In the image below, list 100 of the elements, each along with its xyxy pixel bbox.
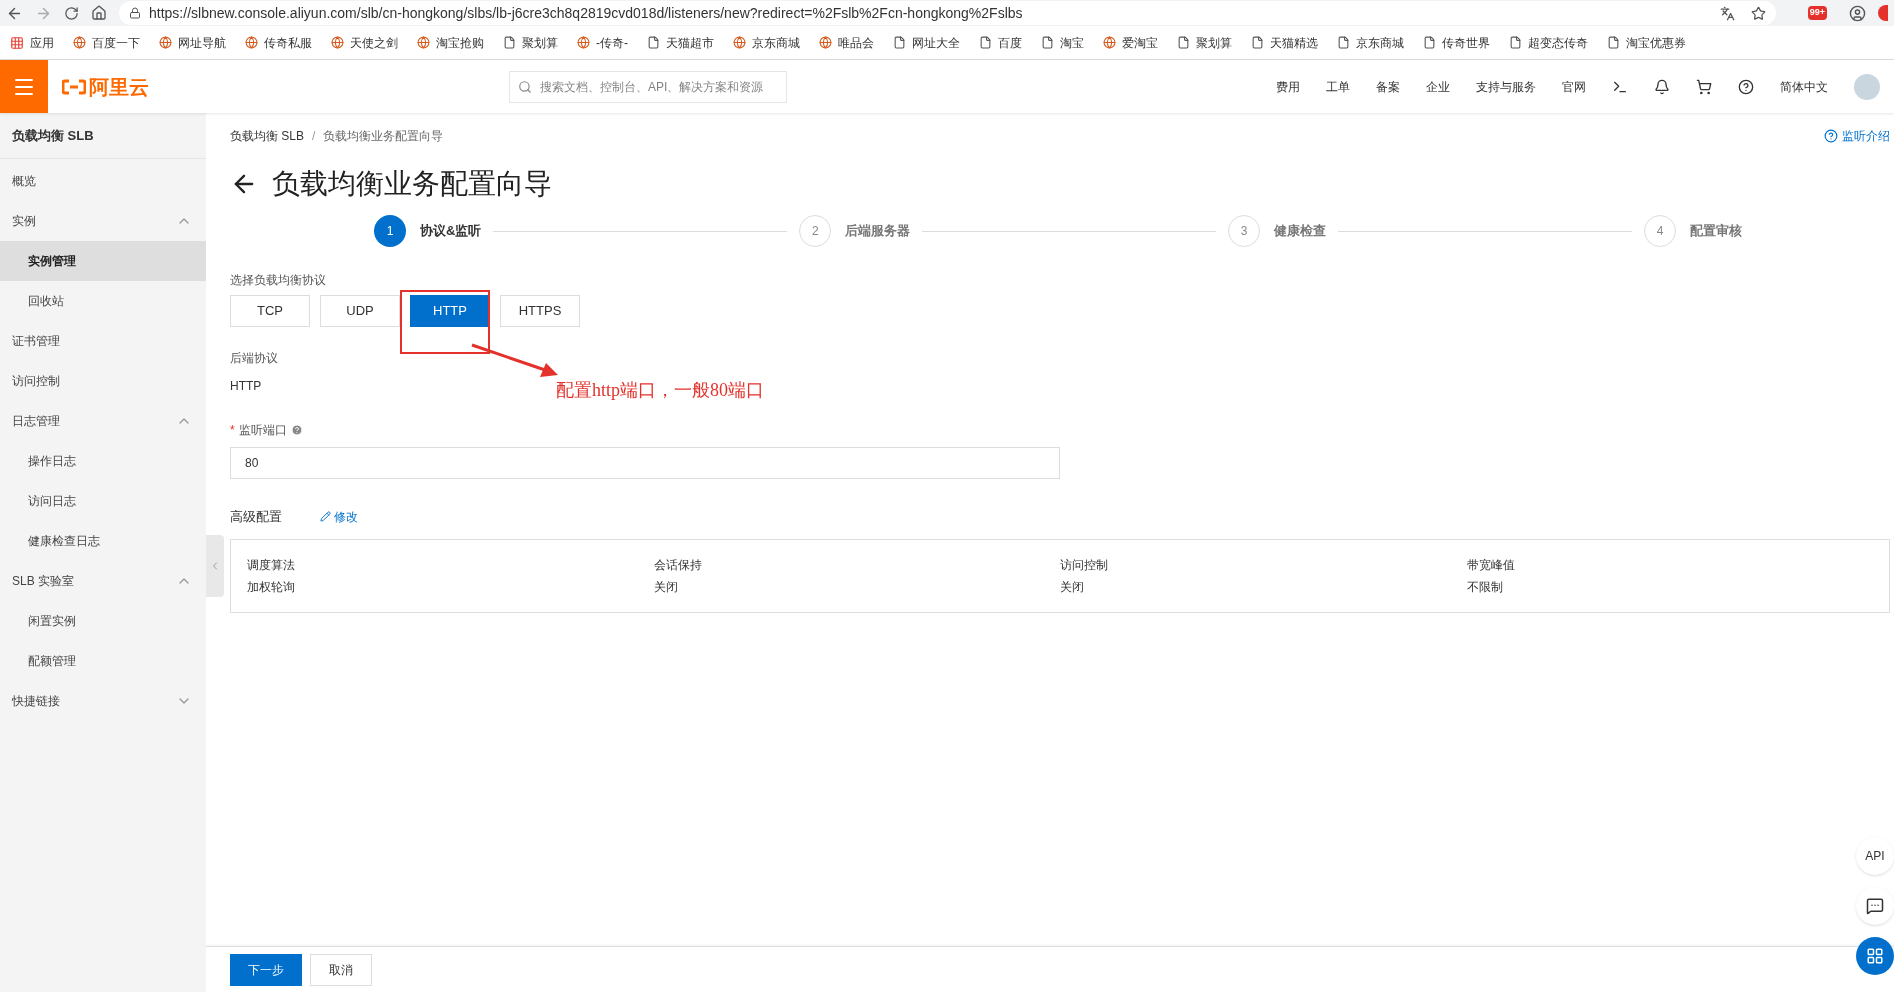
- protocol-option[interactable]: HTTP: [410, 295, 490, 327]
- bookmark[interactable]: 聚划算: [503, 33, 558, 52]
- bookmark[interactable]: 传奇世界: [1423, 33, 1490, 52]
- sidebar-item[interactable]: 闲置实例: [0, 601, 206, 641]
- feedback-button[interactable]: [1856, 887, 1894, 925]
- bookmark[interactable]: 百度: [979, 33, 1022, 52]
- nav-link[interactable]: 备案: [1376, 77, 1400, 96]
- extension-icon[interactable]: [1878, 5, 1888, 21]
- sidebar-title: 负载均衡 SLB: [0, 113, 206, 159]
- sidebar-item[interactable]: 操作日志: [0, 441, 206, 481]
- cancel-button[interactable]: 取消: [310, 953, 372, 986]
- section-title: 高级配置: [230, 508, 282, 526]
- notification-badge[interactable]: 99+: [1807, 6, 1827, 20]
- bookmark[interactable]: 天猫超市: [647, 33, 714, 52]
- edit-link[interactable]: 修改: [320, 507, 358, 526]
- bookmark[interactable]: -传奇-: [577, 33, 628, 52]
- sidebar-item[interactable]: 实例: [0, 201, 206, 241]
- bookmark[interactable]: 超变态传奇: [1509, 33, 1588, 52]
- bell-icon[interactable]: [1654, 78, 1670, 95]
- sidebar-item[interactable]: 概览: [0, 161, 206, 201]
- protocol-option[interactable]: HTTPS: [500, 295, 580, 327]
- site-icon: [819, 36, 832, 49]
- sidebar-item[interactable]: 证书管理: [0, 321, 206, 361]
- step-number: 1: [374, 215, 406, 247]
- pencil-icon: [320, 511, 331, 523]
- bookmark[interactable]: 淘宝: [1041, 33, 1084, 52]
- home-icon[interactable]: [91, 5, 107, 21]
- reload-icon[interactable]: [64, 5, 79, 21]
- bookmark[interactable]: 天猫精选: [1251, 33, 1318, 52]
- sidebar-item[interactable]: 快捷链接: [0, 681, 206, 721]
- protocol-option[interactable]: TCP: [230, 295, 310, 327]
- field-label: 后端协议: [230, 350, 279, 367]
- bookmark[interactable]: 京东商城: [733, 33, 800, 52]
- address-bar[interactable]: https://slbnew.console.aliyun.com/slb/cn-hongkong/slbs/lb-j6cre3ch8q2819cvd018d/listeners/new?redirect=%2Fslb%2Fcn-hongkong%2Fslbs: [119, 1, 1776, 25]
- next-button[interactable]: 下一步: [230, 953, 302, 986]
- bookmark[interactable]: 天使之剑: [331, 33, 398, 52]
- site-icon: [159, 36, 172, 49]
- page-icon: [1251, 36, 1264, 49]
- bookmark[interactable]: 爱淘宝: [1103, 33, 1158, 52]
- bookmark[interactable]: 传奇私服: [245, 33, 312, 52]
- protocol-option[interactable]: UDP: [320, 295, 400, 327]
- sidebar-item[interactable]: 配额管理: [0, 641, 206, 681]
- bookmark[interactable]: 百度一下: [73, 33, 140, 52]
- bookmark[interactable]: 聚划算: [1177, 33, 1232, 52]
- page-icon: [1337, 36, 1350, 49]
- sidebar-item[interactable]: 访问日志: [0, 481, 206, 521]
- sidebar-item[interactable]: 实例管理: [0, 241, 206, 281]
- field-label: 监听端口: [238, 422, 287, 439]
- page-icon: [1423, 36, 1436, 49]
- bookmark[interactable]: 淘宝优惠券: [1607, 33, 1686, 52]
- bookmark[interactable]: 淘宝抢购: [417, 33, 484, 52]
- search-icon: [518, 79, 532, 94]
- chat-icon: [1866, 897, 1884, 915]
- sidebar-item[interactable]: SLB 实验室: [0, 561, 206, 601]
- logo-icon: [62, 78, 86, 95]
- setting-value: 加权轮询: [247, 578, 296, 596]
- help-icon[interactable]: [1738, 78, 1754, 95]
- bookmark[interactable]: 网址大全: [893, 33, 960, 52]
- search-field[interactable]: 搜索文档、控制台、API、解决方案和资源: [509, 70, 787, 103]
- profile-icon[interactable]: [1849, 4, 1866, 22]
- page-title: 负载均衡业务配置向导: [272, 167, 552, 201]
- apps-button[interactable]: [1856, 937, 1894, 975]
- cart-icon[interactable]: [1696, 78, 1712, 95]
- sidebar-item[interactable]: 日志管理: [0, 401, 206, 441]
- site-icon: [417, 36, 430, 49]
- star-icon[interactable]: [1750, 5, 1766, 21]
- api-button[interactable]: API: [1856, 837, 1894, 875]
- site-icon: [73, 36, 86, 49]
- help-link[interactable]: 监听介绍: [1824, 127, 1890, 145]
- page-icon: [1607, 36, 1620, 49]
- nav-link[interactable]: 官网: [1562, 77, 1586, 96]
- collapse-handle[interactable]: [206, 535, 224, 597]
- setting-label: 访问控制: [1060, 556, 1109, 574]
- nav-link[interactable]: 企业: [1426, 77, 1450, 96]
- bookmark[interactable]: 应用: [10, 33, 54, 52]
- sidebar-item[interactable]: 回收站: [0, 281, 206, 321]
- nav-link[interactable]: 费用: [1276, 77, 1300, 96]
- language-link[interactable]: 简体中文: [1780, 77, 1828, 96]
- nav-link[interactable]: 工单: [1326, 77, 1350, 96]
- translate-icon[interactable]: [1719, 5, 1735, 21]
- port-field[interactable]: 80: [230, 447, 1060, 479]
- site-icon: [733, 36, 746, 49]
- menu-button[interactable]: [0, 60, 48, 113]
- setting-value: 关闭: [1060, 578, 1085, 596]
- breadcrumb-link[interactable]: 负载均衡 SLB: [230, 127, 304, 145]
- sidebar-item[interactable]: 健康检查日志: [0, 521, 206, 561]
- page-icon: [1509, 36, 1522, 49]
- bookmark[interactable]: 网址导航: [159, 33, 226, 52]
- apps-icon: [10, 35, 24, 50]
- help-icon: [1824, 129, 1838, 143]
- url-text: https://slbnew.console.aliyun.com/slb/cn-hongkong/slbs/lb-j6cre3ch8q2819cvd018d/listeners/new?redirect=%2Fslb%2Fcn-hongkong%2Fslbs: [149, 3, 1023, 23]
- nav-link[interactable]: 支持与服务: [1476, 77, 1536, 96]
- step-label: 健康检查: [1274, 222, 1327, 241]
- field-value: HTTP: [230, 378, 262, 395]
- setting-value: 不限制: [1466, 578, 1504, 596]
- sidebar-item[interactable]: 访问控制: [0, 361, 206, 401]
- bookmark[interactable]: 唯品会: [819, 33, 874, 52]
- annotation-text: 配置http端口，一般80端口: [556, 379, 764, 402]
- page-icon: [979, 36, 992, 49]
- bookmark[interactable]: 京东商城: [1337, 33, 1404, 52]
